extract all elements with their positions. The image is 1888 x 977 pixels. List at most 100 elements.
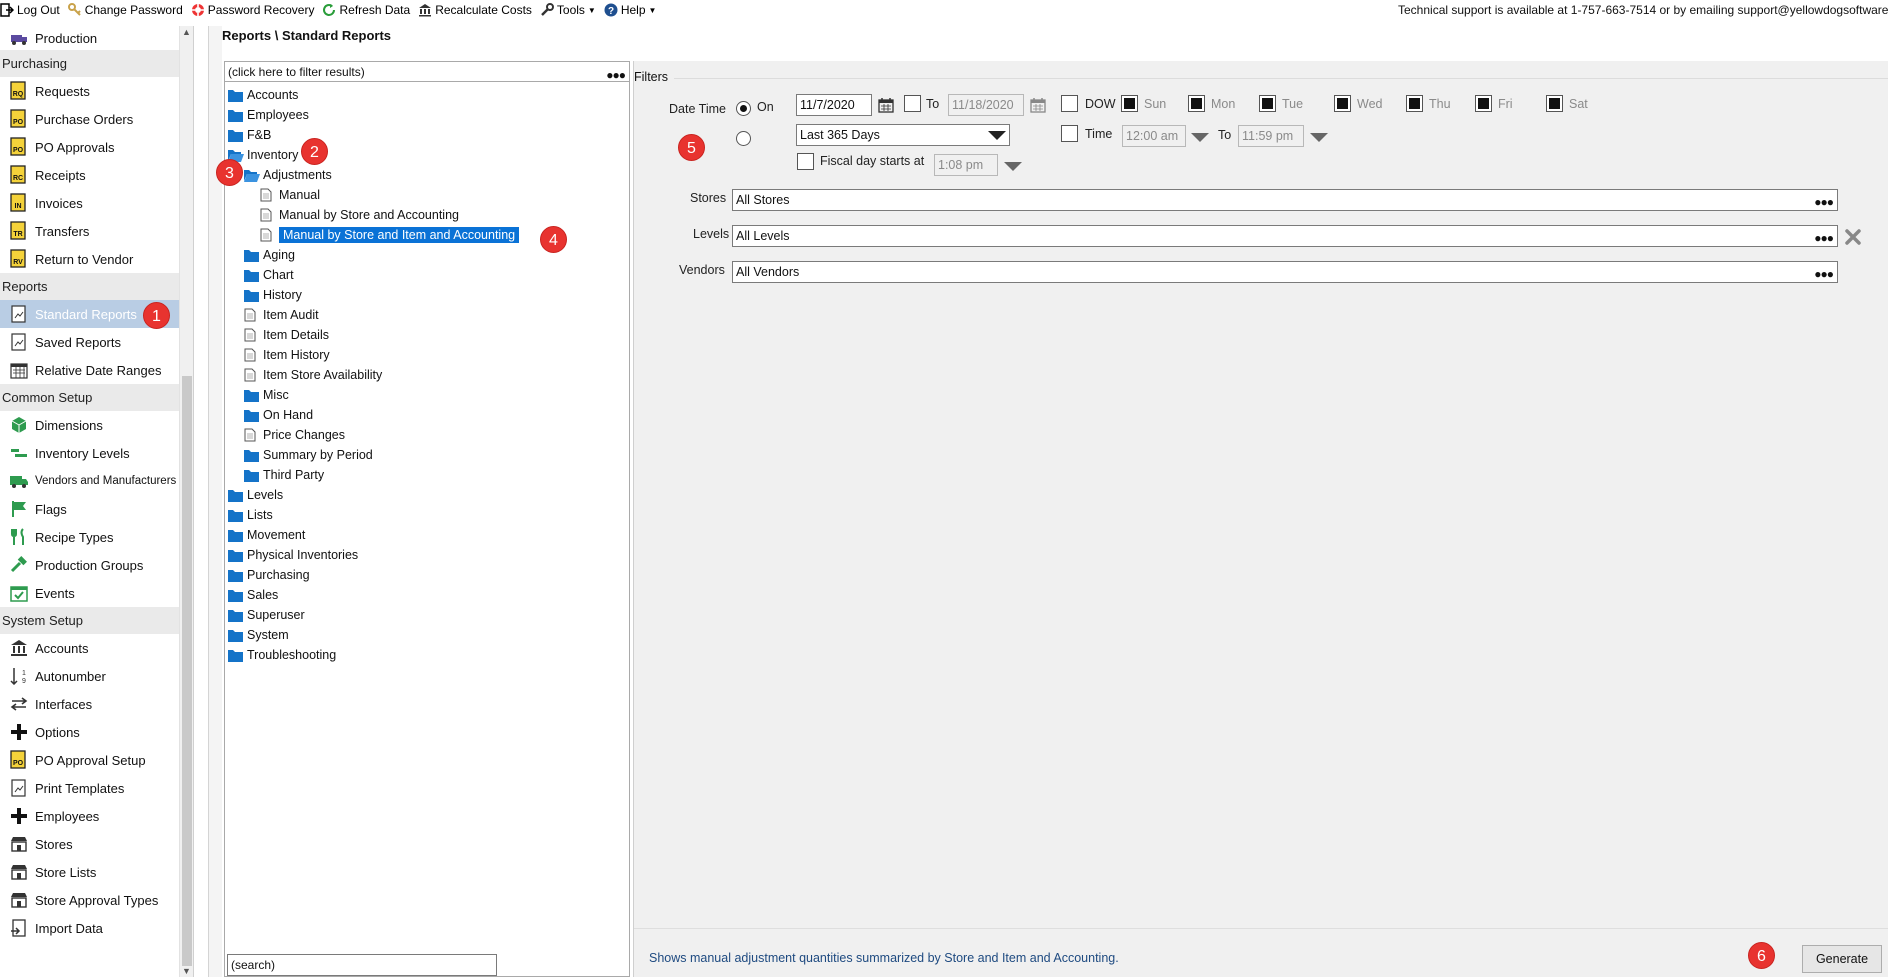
calendar-icon[interactable] (878, 97, 894, 113)
dow-checkbox-wed[interactable] (1334, 95, 1351, 112)
tree-node-manual-by-store-and-item-and-accounting[interactable]: Manual by Store and Item and Accounting (228, 225, 520, 245)
sidebar-item-vendors-and-manufacturers[interactable]: Vendors and Manufacturers (0, 467, 180, 495)
tree-node-levels[interactable]: Levels (228, 485, 519, 505)
tree-node-f-b[interactable]: F&B (228, 125, 519, 145)
tree-node-manual-by-store-and-accounting[interactable]: Manual by Store and Accounting (228, 205, 519, 225)
scroll-up-icon[interactable]: ▲ (182, 27, 191, 37)
scroll-down-icon[interactable]: ▼ (182, 966, 191, 976)
sidebar-item-recipe-types[interactable]: Recipe Types (0, 523, 180, 551)
sidebar-section-common-setup[interactable]: Common Setup (0, 384, 180, 411)
tree-node-chart[interactable]: Chart (228, 265, 519, 285)
change-password-button[interactable]: Change Password (67, 3, 183, 17)
refresh-data-button[interactable]: Refresh Data (322, 3, 410, 17)
dow-checkbox-tue[interactable] (1259, 95, 1276, 112)
sidebar-item-employees[interactable]: Employees (0, 802, 180, 830)
sidebar-item-saved-reports[interactable]: Saved Reports (0, 328, 180, 356)
time-from-dropdown-icon[interactable] (1191, 133, 1209, 142)
sidebar-item-relative-date-ranges[interactable]: Relative Date Ranges (0, 356, 180, 384)
date-range-radio[interactable] (736, 131, 751, 146)
sidebar-item-import-data[interactable]: Import Data (0, 914, 180, 942)
sidebar-section-purchasing[interactable]: Purchasing (0, 50, 180, 77)
tree-filter-input[interactable]: (click here to filter results) ●●● (225, 62, 629, 82)
sidebar-item-stores[interactable]: Stores (0, 830, 180, 858)
to-date-checkbox[interactable] (904, 95, 921, 112)
time-to-input[interactable]: 11:59 pm (1238, 125, 1304, 147)
dow-checkbox[interactable] (1061, 95, 1078, 112)
sidebar-item-po-approvals[interactable]: PO PO Approvals (0, 133, 180, 161)
tree-node-on-hand[interactable]: On Hand (228, 405, 519, 425)
sidebar-item-purchase-orders[interactable]: PO Purchase Orders (0, 105, 180, 133)
tree-node-item-audit[interactable]: Item Audit (228, 305, 519, 325)
help-menu[interactable]: ? Help ▼ (604, 3, 656, 17)
sidebar-scrollbar[interactable]: ▲ ▼ (179, 26, 193, 977)
scrollbar-thumb[interactable] (182, 376, 192, 966)
more-icon[interactable]: ●●● (1814, 228, 1834, 248)
generate-button[interactable]: Generate (1802, 945, 1882, 973)
tree-node-item-store-availability[interactable]: Item Store Availability (228, 365, 519, 385)
levels-field[interactable]: All Levels ●●● (732, 225, 1838, 247)
sidebar-item-po-approval-setup[interactable]: PO PO Approval Setup (0, 746, 180, 774)
time-to-dropdown-icon[interactable] (1310, 133, 1328, 142)
password-recovery-button[interactable]: Password Recovery (191, 3, 314, 17)
sidebar-item-requests[interactable]: RQ Requests (0, 77, 180, 105)
fiscal-day-checkbox[interactable] (797, 153, 814, 170)
sidebar-item-store-approval-types[interactable]: Store Approval Types (0, 886, 180, 914)
log-out-button[interactable]: Log Out (0, 3, 60, 17)
tree-node-history[interactable]: History (228, 285, 519, 305)
stores-field[interactable]: All Stores ●●● (732, 189, 1838, 211)
sidebar-item-store-lists[interactable]: Store Lists (0, 858, 180, 886)
sidebar-item-dimensions[interactable]: Dimensions (0, 411, 180, 439)
sidebar-section-system-setup[interactable]: System Setup (0, 607, 180, 634)
tree-node-purchasing[interactable]: Purchasing (228, 565, 519, 585)
more-icon[interactable]: ●●● (606, 65, 626, 85)
fiscal-time-input[interactable]: 1:08 pm (934, 154, 998, 176)
to-date-input[interactable]: 11/18/2020 (948, 94, 1024, 116)
sidebar-item-invoices[interactable]: IN Invoices (0, 189, 180, 217)
tree-node-inventory[interactable]: Inventory (228, 145, 519, 165)
sidebar-item-options[interactable]: Options (0, 718, 180, 746)
sidebar-item-autonumber[interactable]: 1 9 Autonumber (0, 662, 180, 690)
sidebar-item-transfers[interactable]: TR Transfers (0, 217, 180, 245)
sidebar-item-inventory-levels[interactable]: Inventory Levels (0, 439, 180, 467)
more-icon[interactable]: ●●● (1814, 264, 1834, 284)
tree-node-sales[interactable]: Sales (228, 585, 519, 605)
dow-checkbox-thu[interactable] (1406, 95, 1423, 112)
tree-node-item-details[interactable]: Item Details (228, 325, 519, 345)
sidebar-item-flags[interactable]: Flags (0, 495, 180, 523)
sidebar-section-reports[interactable]: Reports (0, 273, 180, 300)
tree-node-troubleshooting[interactable]: Troubleshooting (228, 645, 519, 665)
more-icon[interactable]: ●●● (1814, 192, 1834, 212)
tree-node-employees[interactable]: Employees (228, 105, 519, 125)
tree-node-superuser[interactable]: Superuser (228, 605, 519, 625)
sidebar-item-return-to-vendor[interactable]: RV Return to Vendor (0, 245, 180, 273)
tools-menu[interactable]: Tools ▼ (540, 3, 596, 17)
date-on-radio[interactable] (736, 101, 751, 116)
recalculate-costs-button[interactable]: Recalculate Costs (418, 3, 532, 17)
tree-node-manual[interactable]: Manual (228, 185, 519, 205)
vendors-field[interactable]: All Vendors ●●● (732, 261, 1838, 283)
fiscal-time-dropdown-icon[interactable] (1004, 162, 1022, 171)
tree-node-physical-inventories[interactable]: Physical Inventories (228, 545, 519, 565)
tree-node-adjustments[interactable]: Adjustments (228, 165, 519, 185)
sidebar-item-print-templates[interactable]: Print Templates (0, 774, 180, 802)
time-from-input[interactable]: 12:00 am (1122, 125, 1186, 147)
dow-checkbox-mon[interactable] (1188, 95, 1205, 112)
sidebar-item-receipts[interactable]: RC Receipts (0, 161, 180, 189)
sidebar-item-interfaces[interactable]: Interfaces (0, 690, 180, 718)
dow-checkbox-sat[interactable] (1546, 95, 1563, 112)
sidebar-item-production-groups[interactable]: Production Groups (0, 551, 180, 579)
on-date-input[interactable]: 11/7/2020 (796, 94, 872, 116)
sidebar-item-accounts[interactable]: Accounts (0, 634, 180, 662)
tree-search-input[interactable]: (search) (227, 954, 497, 976)
sidebar-item-events[interactable]: Events (0, 579, 180, 607)
calendar-icon[interactable] (1030, 97, 1046, 113)
tree-node-movement[interactable]: Movement (228, 525, 519, 545)
clear-levels-icon[interactable] (1844, 228, 1862, 246)
tree-node-misc[interactable]: Misc (228, 385, 519, 405)
tree-node-accounts[interactable]: Accounts (228, 85, 519, 105)
tree-node-lists[interactable]: Lists (228, 505, 519, 525)
tree-node-aging[interactable]: Aging (228, 245, 519, 265)
sidebar-item-production[interactable]: Production (0, 26, 180, 50)
date-range-select[interactable]: Last 365 Days (796, 124, 1010, 146)
tree-node-system[interactable]: System (228, 625, 519, 645)
